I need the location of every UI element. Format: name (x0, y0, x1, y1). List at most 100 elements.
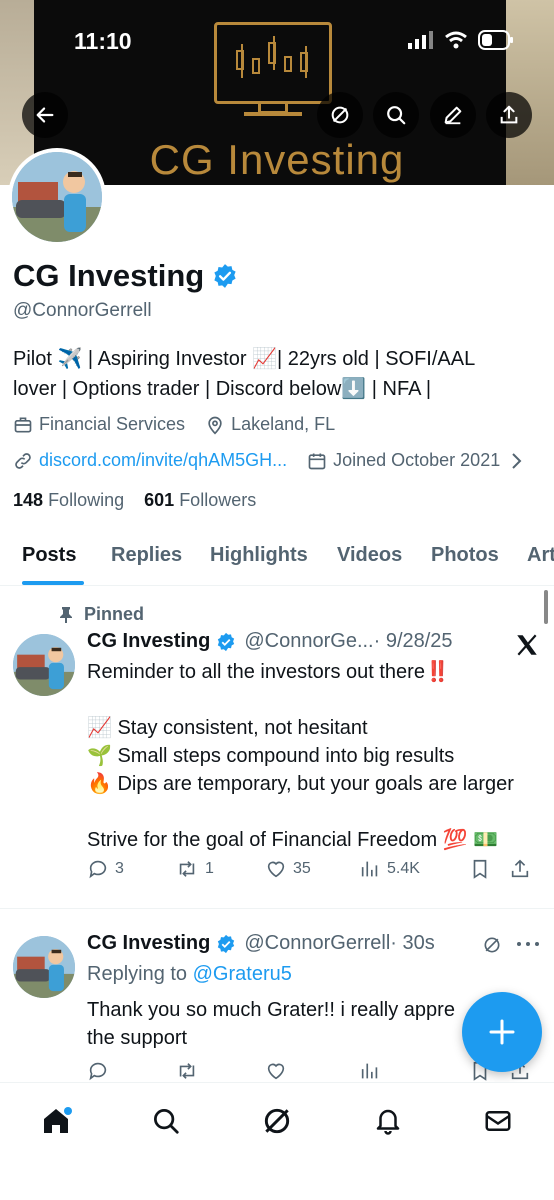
post-author[interactable]: CG Investing (87, 932, 210, 955)
profile-meta-row-2: discord.com/invite/qhAM5GH... Joined Oct… (13, 450, 524, 471)
post-date: · 30s (390, 932, 435, 954)
post-line-blank (87, 798, 547, 826)
briefcase-icon (14, 417, 32, 432)
post-line-blank (87, 686, 547, 714)
notification-dot (64, 1107, 72, 1115)
chevron-right-icon[interactable] (508, 451, 524, 471)
arrow-left-icon (36, 107, 54, 123)
post-body: Reminder to all the investors out there‼… (87, 658, 547, 854)
bell-icon (376, 1109, 400, 1135)
search-button[interactable] (373, 92, 419, 138)
category-item: Financial Services (13, 414, 185, 435)
heart-icon (267, 861, 285, 878)
grok-icon (264, 1108, 290, 1134)
candle-wick (273, 36, 275, 70)
status-time: 11:10 (74, 28, 132, 54)
repost-count: 1 (205, 860, 214, 877)
post-handle[interactable]: @ConnorGerrell (244, 932, 390, 955)
replying-prefix: Replying to (87, 963, 188, 985)
share-icon (500, 105, 518, 124)
link-icon (15, 452, 31, 469)
more-options-icon[interactable] (516, 940, 540, 948)
category-label: Financial Services (39, 414, 186, 434)
share-icon (511, 859, 529, 878)
post-line: 📈 Stay consistent, not hesitant (87, 717, 368, 739)
post-line: Strive for the goal of Financial Freedom… (87, 829, 499, 851)
bookmark-icon (473, 859, 487, 879)
verified-badge-icon[interactable] (212, 263, 238, 289)
grok-icon[interactable] (482, 935, 502, 955)
back-button[interactable] (22, 92, 68, 138)
profile-avatar[interactable] (8, 148, 106, 246)
pencil-icon (444, 106, 462, 125)
bookmark-button[interactable] (469, 858, 509, 880)
share-button[interactable] (486, 92, 532, 138)
tab-posts[interactable]: Posts (22, 544, 76, 567)
calendar-icon (308, 453, 326, 469)
cellular-signal-icon (408, 31, 433, 49)
bio-line: Pilot ✈️ | Aspiring Investor 📈| 22yrs ol… (13, 348, 476, 370)
location-item: Lakeland, FL (205, 414, 335, 435)
status-icons (408, 30, 514, 50)
heart-icon (267, 1063, 285, 1080)
nav-home[interactable] (36, 1101, 76, 1141)
views-button[interactable]: 5.4K (359, 858, 469, 880)
tab-articles[interactable]: Art (527, 544, 554, 567)
nav-grok[interactable] (257, 1101, 297, 1141)
candle-wick (305, 46, 307, 78)
x-logo-icon[interactable] (514, 632, 540, 658)
post-divider (0, 908, 554, 909)
profile-name-row: CG Investing (13, 258, 238, 294)
replying-to-handle[interactable]: @Grateru5 (193, 963, 292, 985)
following-link[interactable]: 148 Following (13, 490, 124, 510)
reply-button[interactable] (87, 1060, 175, 1082)
avatar-illustration (12, 152, 102, 242)
reply-icon (89, 1062, 107, 1081)
post-author[interactable]: CG Investing (87, 630, 210, 653)
nav-search[interactable] (146, 1101, 186, 1141)
reply-count: 3 (115, 860, 124, 877)
pinned-label: Pinned (58, 604, 144, 625)
followers-link[interactable]: 601 Followers (144, 490, 256, 510)
post-line: 🌱 Small steps compound into big results (87, 745, 455, 767)
edit-button[interactable] (430, 92, 476, 138)
verified-badge-icon (218, 632, 235, 651)
joined-label: Joined October 2021 (333, 450, 501, 470)
tab-replies[interactable]: Replies (111, 544, 182, 567)
profile-name: CG Investing (13, 258, 205, 293)
tab-videos[interactable]: Videos (337, 544, 402, 567)
website-link[interactable]: discord.com/invite/qhAM5GH... (39, 450, 287, 471)
reply-icon (89, 860, 107, 879)
post-avatar[interactable] (13, 936, 75, 998)
post-handle[interactable]: @ConnorGe... (244, 630, 373, 653)
scrollbar[interactable] (544, 590, 548, 624)
post-line: Reminder to all the investors out there‼… (87, 661, 450, 683)
like-button[interactable]: 35 (265, 858, 359, 880)
repost-button[interactable] (175, 1060, 265, 1082)
grok-button[interactable] (317, 92, 363, 138)
following-count: 148 (13, 490, 44, 510)
nav-messages[interactable] (478, 1101, 518, 1141)
nav-notifications[interactable] (368, 1101, 408, 1141)
analytics-icon (361, 861, 378, 877)
repost-icon (179, 861, 195, 877)
share-post-button[interactable] (509, 858, 531, 880)
active-tab-indicator (22, 581, 84, 585)
wifi-icon (445, 31, 467, 49)
monitor-base (244, 112, 302, 116)
views-button[interactable] (359, 1060, 469, 1082)
replying-to: Replying to @Grateru5 (87, 960, 547, 988)
battery-icon (478, 30, 513, 50)
profile-handle: @ConnorGerrell (13, 300, 152, 321)
repost-button[interactable]: 1 (175, 858, 265, 880)
verified-badge-icon (218, 934, 235, 953)
tab-highlights[interactable]: Highlights (210, 544, 308, 567)
like-button[interactable] (265, 1060, 359, 1082)
tab-photos[interactable]: Photos (431, 544, 499, 567)
profile-tabs: Posts Replies Highlights Videos Photos A… (0, 530, 554, 586)
website-item[interactable]: discord.com/invite/qhAM5GH... (13, 450, 287, 471)
compose-post-button[interactable] (462, 992, 542, 1072)
reply-button[interactable]: 3 (87, 858, 175, 880)
post-avatar[interactable] (13, 634, 75, 696)
follow-counts: 148 Following 601 Followers (13, 490, 256, 511)
